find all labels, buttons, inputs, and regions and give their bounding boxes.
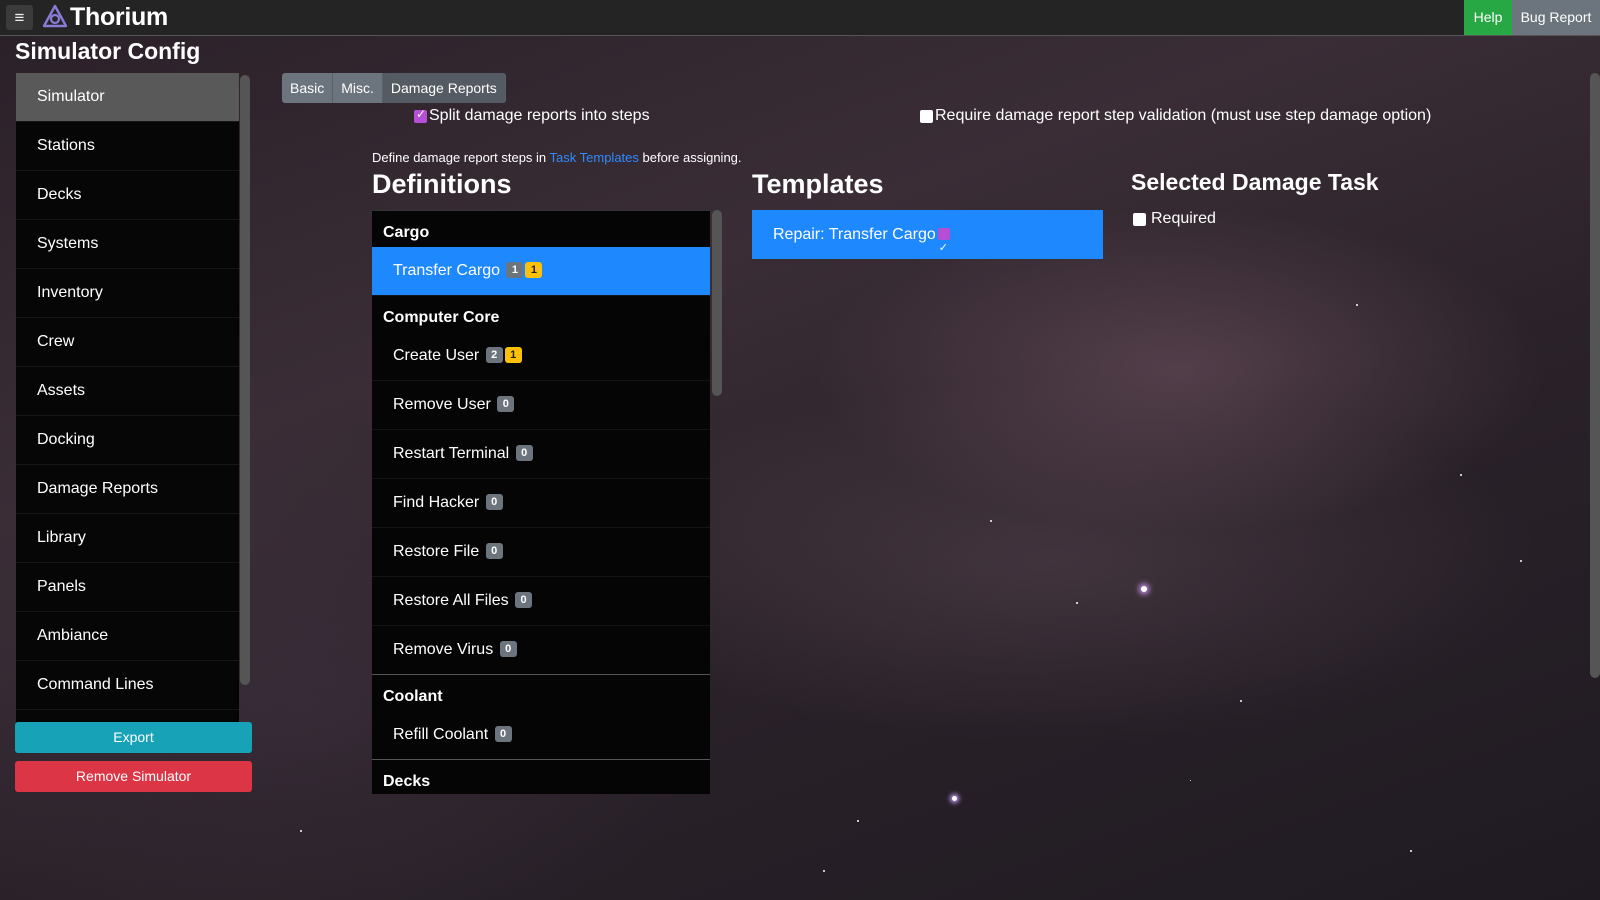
count-badge: 0: [515, 444, 533, 461]
definitions-heading: Definitions: [372, 169, 512, 199]
require-validation-label: Require damage report step validation (m…: [935, 107, 1432, 124]
templates-heading: Templates: [752, 169, 884, 199]
list-item[interactable]: Restore File 0: [372, 528, 710, 577]
config-tabs: Basic Misc. Damage Reports: [282, 73, 506, 103]
checkmark-icon: [937, 224, 950, 273]
list-item[interactable]: Find Hacker 0: [372, 479, 710, 528]
split-steps-checkbox[interactable]: [414, 107, 427, 123]
sidebar: Simulator Stations Decks Systems Invento…: [16, 73, 239, 723]
brand-name: Thorium: [70, 3, 168, 31]
sidebar-item-command-lines[interactable]: Command Lines: [16, 661, 239, 710]
help-button[interactable]: Help: [1464, 0, 1512, 35]
list-item[interactable]: Refill Coolant 0: [372, 711, 710, 760]
sidebar-item-crew[interactable]: Crew: [16, 318, 239, 367]
export-button[interactable]: Export: [15, 722, 252, 753]
require-validation-checkbox[interactable]: [920, 109, 933, 123]
list-item[interactable]: Create User 21: [372, 332, 710, 381]
count-badge: 0: [499, 640, 517, 657]
tab-damage-reports[interactable]: Damage Reports: [382, 73, 506, 103]
group-header: Decks: [383, 773, 431, 790]
list-item[interactable]: Restart Terminal 0: [372, 430, 710, 479]
sidebar-item-docking[interactable]: Docking: [16, 416, 239, 465]
sidebar-item-library[interactable]: Library: [16, 514, 239, 563]
count-badge: 0: [485, 493, 503, 510]
count-badge: 2: [485, 346, 503, 363]
group-header: Coolant: [383, 688, 443, 705]
template-item[interactable]: Repair: Transfer Cargo: [752, 210, 1103, 273]
required-option[interactable]: Required: [1133, 210, 1216, 228]
sidebar-item-assets[interactable]: Assets: [16, 367, 239, 416]
group-header: Computer Core: [383, 309, 500, 326]
count-badge: 0: [485, 542, 503, 559]
selected-task-heading: Selected Damage Task: [1131, 169, 1379, 195]
required-label: Required: [1151, 210, 1216, 227]
count-badge: 0: [494, 725, 512, 742]
count-badge: 0: [497, 395, 515, 412]
warning-badge: 1: [525, 261, 543, 278]
required-checkbox[interactable]: [1133, 212, 1146, 226]
info-text: Define damage report steps in Task Templ…: [372, 150, 742, 165]
sidebar-item-simulator[interactable]: Simulator: [16, 73, 239, 122]
sidebar-item-ambiance[interactable]: Ambiance: [16, 612, 239, 661]
sidebar-item-panels[interactable]: Panels: [16, 563, 239, 612]
task-templates-link[interactable]: Task Templates: [550, 150, 639, 165]
definitions-list: Cargo Transfer Cargo 11 Computer Core Cr…: [372, 210, 710, 794]
top-bar: ≡ Thorium Help Bug Report: [0, 0, 1600, 36]
group-header: Cargo: [383, 224, 430, 241]
bug-report-button[interactable]: Bug Report: [1512, 0, 1600, 35]
split-steps-label: Split damage reports into steps: [429, 107, 650, 124]
sidebar-item-damage-reports[interactable]: Damage Reports: [16, 465, 239, 514]
menu-button[interactable]: ≡: [6, 5, 33, 30]
remove-simulator-button[interactable]: Remove Simulator: [15, 761, 252, 792]
sidebar-item-stations[interactable]: Stations: [16, 122, 239, 171]
count-badge: 0: [515, 591, 533, 608]
list-item[interactable]: Restore All Files 0: [372, 577, 710, 626]
sidebar-item-systems[interactable]: Systems: [16, 220, 239, 269]
sidebar-item-inventory[interactable]: Inventory: [16, 269, 239, 318]
list-item[interactable]: Transfer Cargo 11: [372, 247, 710, 296]
definitions-scrollbar[interactable]: [712, 210, 722, 396]
list-item[interactable]: Remove Virus 0: [372, 626, 710, 675]
page-title: Simulator Config: [15, 38, 201, 64]
sidebar-item-decks[interactable]: Decks: [16, 171, 239, 220]
sidebar-scrollbar[interactable]: [240, 75, 250, 685]
list-item[interactable]: Remove User 0: [372, 381, 710, 430]
require-validation-option[interactable]: Require damage report step validation (m…: [920, 107, 1431, 125]
tab-basic[interactable]: Basic: [282, 73, 334, 103]
thorium-logo-icon: [42, 4, 68, 28]
tab-misc[interactable]: Misc.: [333, 73, 383, 103]
page-scrollbar[interactable]: [1590, 73, 1600, 678]
count-badge: 1: [506, 261, 524, 278]
split-steps-option[interactable]: Split damage reports into steps: [414, 107, 650, 125]
hamburger-icon: ≡: [14, 8, 25, 27]
warning-badge: 1: [504, 346, 522, 363]
